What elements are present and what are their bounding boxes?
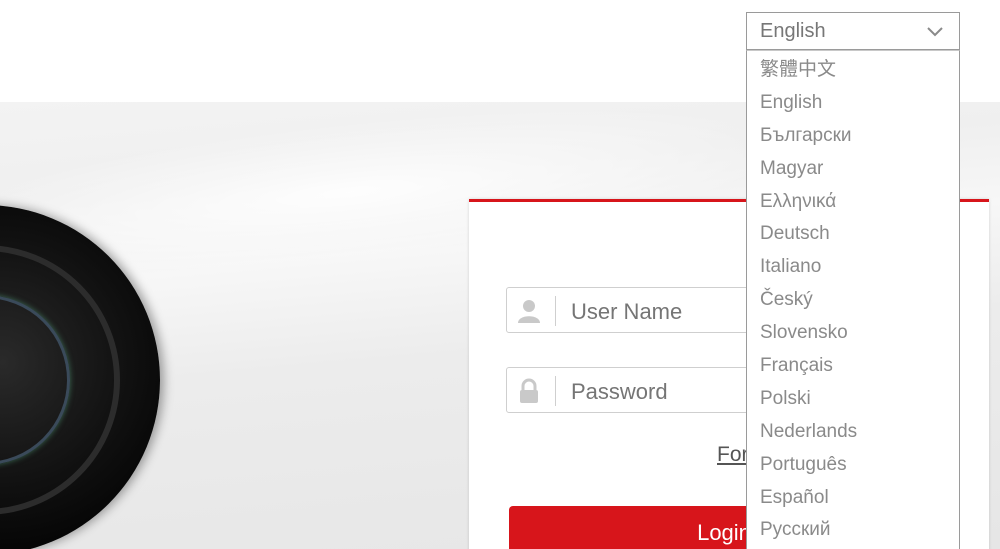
- language-option[interactable]: Español: [747, 482, 959, 515]
- language-option[interactable]: Slovensko: [747, 317, 959, 350]
- language-option[interactable]: Deutsch: [747, 218, 959, 251]
- language-option[interactable]: Nederlands: [747, 416, 959, 449]
- language-option[interactable]: 繁體中文: [747, 54, 959, 87]
- forgot-password-link[interactable]: For: [717, 442, 749, 468]
- language-select[interactable]: English: [746, 12, 960, 50]
- language-option[interactable]: Français: [747, 350, 959, 383]
- language-selected-value: English: [760, 20, 826, 42]
- language-option[interactable]: English: [747, 87, 959, 120]
- language-option[interactable]: Русский: [747, 514, 959, 547]
- language-option[interactable]: Ελληνικά: [747, 186, 959, 219]
- language-option[interactable]: Български: [747, 120, 959, 153]
- field-separator: [555, 296, 556, 326]
- chevron-down-icon: [927, 24, 943, 38]
- password-field[interactable]: [506, 367, 766, 416]
- language-option[interactable]: Português: [747, 449, 959, 482]
- lock-icon: [516, 378, 542, 404]
- password-input[interactable]: [569, 368, 763, 416]
- language-dropdown-list: 繁體中文 English Български Magyar Ελληνικά D…: [746, 50, 960, 549]
- field-separator: [555, 376, 556, 406]
- language-option[interactable]: Český: [747, 284, 959, 317]
- language-option[interactable]: Magyar: [747, 153, 959, 186]
- username-input[interactable]: [569, 288, 763, 336]
- language-option[interactable]: Italiano: [747, 251, 959, 284]
- user-icon: [516, 298, 542, 324]
- username-field[interactable]: [506, 287, 766, 336]
- language-option[interactable]: Polski: [747, 383, 959, 416]
- login-page: For Login English 繁體中文 English Български…: [0, 0, 1000, 549]
